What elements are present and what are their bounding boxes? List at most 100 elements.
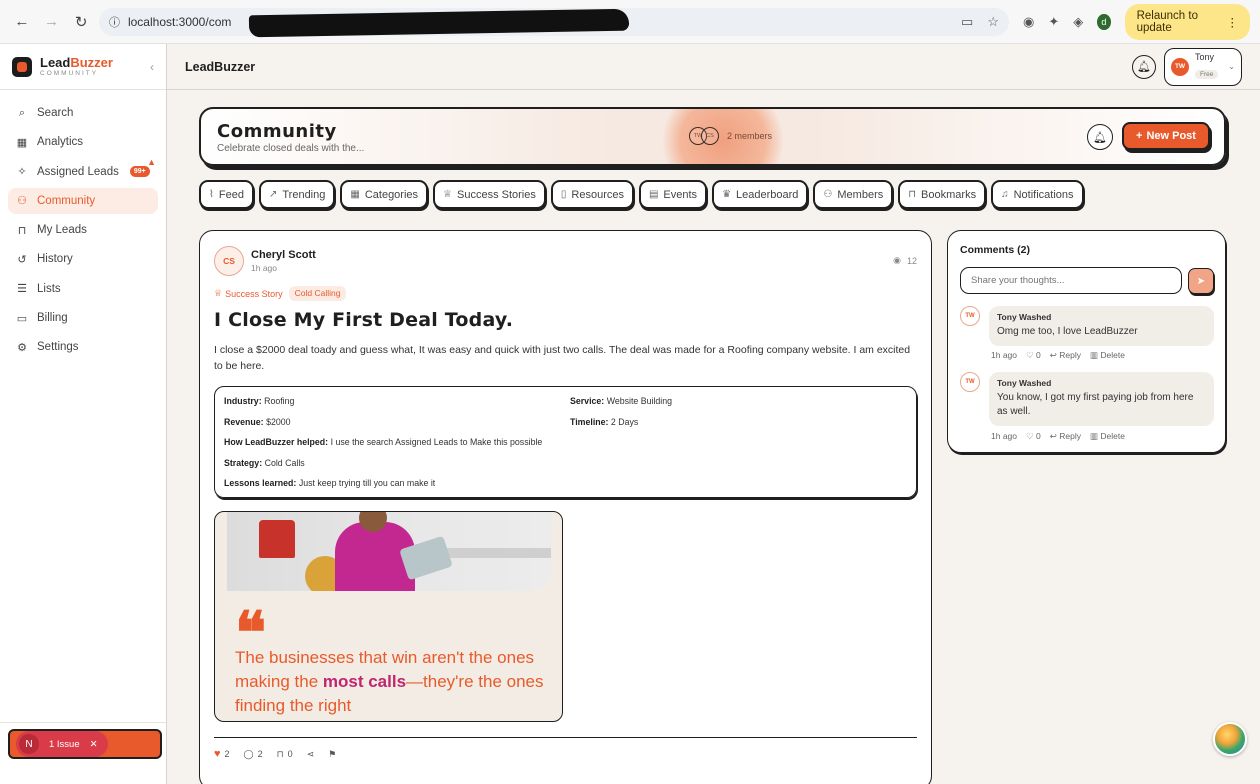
sidebar-item-label: Community — [37, 194, 96, 207]
relaunch-button[interactable]: Relaunch to update ⋮ — [1124, 3, 1250, 40]
comment-bubble: Tony Washed Omg me too, I love LeadBuzze… — [989, 306, 1214, 346]
kebab-menu-icon[interactable]: ⋮ — [1227, 15, 1239, 29]
sidebar-item-my-leads[interactable]: ⊓ My Leads — [8, 217, 158, 243]
comment-text: You know, I got my first paying job from… — [997, 392, 1194, 417]
bell-icon: ♫ — [1001, 189, 1009, 200]
new-post-button[interactable]: + New Post — [1122, 122, 1210, 150]
sidebar-item-history[interactable]: ↺ History — [8, 246, 158, 272]
sidebar-item-analytics[interactable]: ▦ Analytics — [8, 129, 158, 155]
sidebar-item-lists[interactable]: ☰ Lists — [8, 276, 158, 302]
nextjs-icon: N — [19, 734, 39, 754]
grid-icon: ▦ — [16, 136, 28, 149]
profile-avatar[interactable]: d — [1097, 13, 1111, 30]
view-count-value: 12 — [906, 255, 917, 266]
divider — [214, 737, 917, 738]
comment-bubble: Tony Washed You know, I got my first pay… — [989, 372, 1214, 426]
tab-feed[interactable]: ⌇ Feed — [199, 180, 254, 209]
floating-assistant-avatar[interactable] — [1213, 722, 1247, 756]
sidebar-item-label: Search — [37, 107, 74, 119]
tab-success-stories[interactable]: ♕ Success Stories — [433, 180, 546, 209]
comment-avatar[interactable]: TW — [960, 306, 980, 326]
tab-members[interactable]: ⚇ Members — [813, 180, 894, 209]
comment-reply-button[interactable]: ↩ Reply — [1050, 350, 1081, 361]
trophy-icon: ♕ — [214, 288, 223, 298]
comments-title: Comments (2) — [960, 244, 1031, 256]
list-icon: ☰ — [17, 283, 27, 296]
sidebar-item-assigned-leads[interactable]: ✧ Assigned Leads 99+ ▲ — [8, 157, 158, 185]
extensions-icon[interactable]: ✦ — [1048, 14, 1059, 30]
calendar-icon: ▤ — [648, 189, 659, 200]
tab-trending[interactable]: ↗ Trending — [258, 180, 336, 209]
star-icon[interactable]: ☆ — [987, 14, 999, 30]
sync-icon[interactable]: ◈ — [1073, 14, 1083, 30]
comment-author: Tony Washed — [997, 312, 1052, 322]
post-card: CS Cheryl Scott 1h ago ◉ 12 ♕ Success St… — [199, 230, 932, 784]
sidebar-item-search[interactable]: ⌕ Search — [8, 100, 158, 126]
sidebar-item-community[interactable]: ⚇ Community — [8, 187, 158, 214]
tab-resources[interactable]: ▯ Resources — [550, 180, 634, 209]
comment-author: Tony Washed — [997, 378, 1052, 388]
tab-bookmarks[interactable]: ⊓ Bookmarks — [898, 180, 987, 209]
cast-icon[interactable]: ▭ — [961, 14, 973, 30]
post-image[interactable]: ❝ The businesses that win aren't the one… — [214, 511, 563, 722]
card-icon: ▭ — [16, 312, 28, 325]
sidebar-item-settings[interactable]: ⚙ Settings — [8, 334, 158, 360]
bookmark-button[interactable]: ⊓ 0 — [277, 749, 293, 760]
tab-notifications[interactable]: ♫ Notifications — [991, 180, 1084, 209]
tab-categories[interactable]: ▦ Categories — [340, 180, 429, 209]
comment-like-button[interactable]: ♡ 0 — [1026, 350, 1041, 361]
tab-label: Feed — [218, 188, 244, 201]
crown-icon: ♛ — [722, 189, 732, 200]
sidebar-menu: ⌕ Search ▦ Analytics ✧ Assigned Leads 99… — [0, 90, 166, 360]
category-tag[interactable]: Cold Calling — [288, 286, 347, 301]
detail-strategy: Strategy: Cold Calls — [224, 458, 305, 468]
members-count[interactable]: TW CS 2 members — [689, 127, 772, 145]
heart-icon: ♡ — [1026, 431, 1034, 441]
comment-input[interactable] — [960, 267, 1182, 294]
community-bell-icon[interactable]: 🔔︎ — [1087, 124, 1113, 150]
user-menu[interactable]: TW Tony Free ⌄ — [1164, 47, 1242, 86]
send-comment-button[interactable]: ➤ — [1188, 268, 1214, 294]
comment-time: 1h ago — [991, 350, 1017, 360]
comment-avatar[interactable]: TW — [960, 372, 980, 392]
issues-badge[interactable]: N 1 Issue ✕ — [16, 731, 108, 757]
success-story-tag[interactable]: ♕ Success Story — [214, 286, 283, 301]
share-button[interactable]: ⋖ — [307, 749, 315, 760]
detail-industry: Industry: Roofing — [224, 396, 295, 406]
site-info-icon[interactable]: ⓘ — [109, 14, 120, 30]
address-bar[interactable]: ⓘ localhost:3000/com ▭ ☆ — [98, 7, 1009, 37]
forward-icon[interactable]: → — [40, 9, 64, 35]
comment-button[interactable]: ◯ 2 — [244, 749, 263, 760]
close-icon[interactable]: ✕ — [90, 739, 98, 750]
report-button[interactable]: ⚑ — [328, 749, 336, 760]
author-avatar[interactable]: CS — [214, 246, 244, 276]
comment-reply-button[interactable]: ↩ Reply — [1050, 431, 1081, 442]
collapse-sidebar-icon[interactable]: ‹ — [150, 60, 154, 74]
tab-leaderboard[interactable]: ♛ Leaderboard — [712, 180, 809, 209]
sidebar: LeadBuzzer COMMUNITY ‹ ⌕ Search ▦ Analyt… — [0, 44, 167, 784]
relaunch-label: Relaunch to update — [1136, 9, 1198, 34]
categories-icon: ▦ — [350, 189, 360, 200]
gear-icon: ⚙ — [17, 341, 27, 354]
camera-icon[interactable]: ◉ — [1023, 14, 1034, 30]
comment-like-button[interactable]: ♡ 0 — [1026, 431, 1041, 442]
sparkle-icon: ✧ — [17, 166, 27, 179]
quote-text: The businesses that win aren't the ones … — [235, 648, 544, 715]
reload-icon[interactable]: ↻ — [69, 9, 93, 35]
detail-timeline: Timeline: 2 Days — [570, 417, 639, 427]
brand-subtitle: COMMUNITY — [40, 69, 99, 77]
tab-label: Leaderboard — [736, 188, 799, 201]
sidebar-item-billing[interactable]: ▭ Billing — [8, 305, 158, 331]
community-banner: Community Celebrate closed deals with th… — [199, 107, 1226, 166]
page-title: LeadBuzzer — [185, 59, 256, 74]
comment-delete-button[interactable]: ▥ Delete — [1090, 350, 1125, 361]
detail-lessons: Lessons learned: Just keep trying till y… — [224, 478, 436, 488]
author-name[interactable]: Cheryl Scott — [251, 249, 316, 261]
tab-events[interactable]: ▤ Events — [638, 180, 708, 209]
comment-delete-button[interactable]: ▥ Delete — [1090, 431, 1125, 442]
like-button[interactable]: ♥ 2 — [214, 748, 230, 760]
back-icon[interactable]: ← — [10, 9, 34, 35]
notifications-bell-icon[interactable]: 🔔︎ — [1132, 54, 1156, 79]
post-actions: ♥ 2 ◯ 2 ⊓ 0 ⋖ ⚑ — [214, 748, 336, 760]
bookmark-count: 0 — [287, 749, 293, 759]
